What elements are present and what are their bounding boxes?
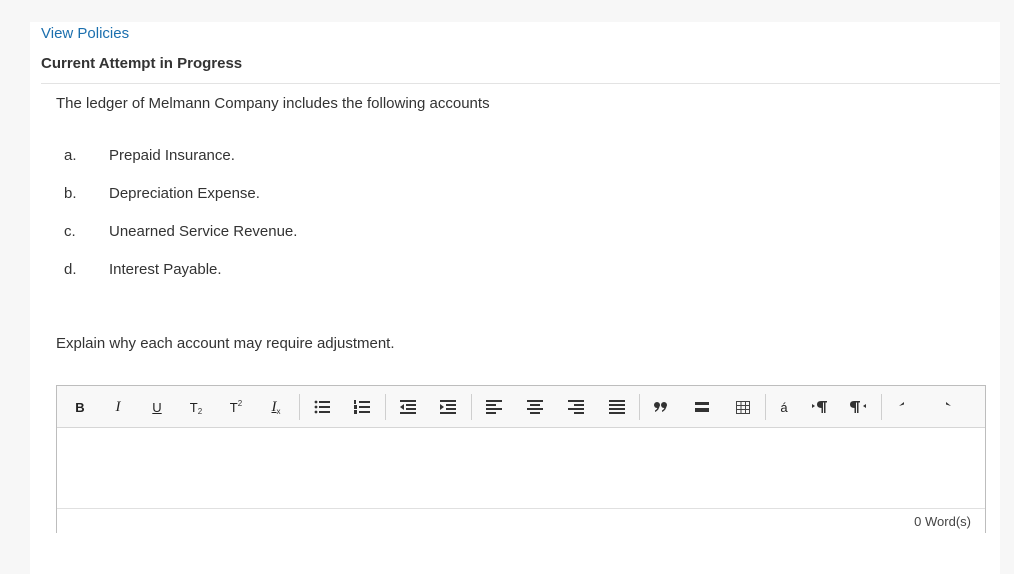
align-center-icon (527, 400, 543, 414)
bulleted-list-icon (314, 400, 330, 414)
blockquote-button[interactable] (652, 396, 670, 418)
list-item-letter: c. (64, 223, 76, 240)
question-prompt: Explain why each account may require adj… (56, 335, 395, 352)
align-justify-button[interactable] (608, 396, 626, 418)
redo-icon (946, 402, 951, 406)
ltr-paragraph-icon (812, 401, 827, 413)
align-left-button[interactable] (485, 396, 503, 418)
table-icon (736, 400, 750, 414)
undo-icon (899, 402, 904, 406)
underline-button[interactable]: U (148, 396, 166, 418)
answer-text-area[interactable] (57, 428, 985, 508)
list-item-text: Interest Payable. (109, 261, 222, 278)
editor-status-bar: 0 Word(s) (57, 508, 985, 533)
attempt-title: Current Attempt in Progress (41, 55, 243, 72)
bulleted-list-button[interactable] (313, 396, 331, 418)
rich-text-editor: B I U T2 T2 Ix á 0 Word(s) (56, 385, 986, 533)
insert-table-button[interactable] (734, 396, 752, 418)
horizontal-rule-icon (695, 402, 709, 412)
align-justify-icon (609, 400, 625, 414)
list-item-text: Prepaid Insurance. (109, 147, 235, 164)
redo-button[interactable] (935, 396, 953, 418)
toolbar-separator (639, 394, 640, 420)
toolbar-separator (299, 394, 300, 420)
align-left-icon (486, 400, 502, 414)
toolbar-separator (385, 394, 386, 420)
subscript-button[interactable]: T2 (187, 396, 205, 418)
editor-toolbar: B I U T2 T2 Ix á (57, 386, 985, 428)
superscript-icon: T (229, 399, 238, 415)
outdent-icon (400, 400, 416, 414)
rtl-direction-button[interactable] (849, 396, 867, 418)
list-item-letter: a. (64, 147, 77, 164)
horizontal-rule-button[interactable] (693, 396, 711, 418)
italic-button[interactable]: I (109, 396, 127, 418)
superscript-button[interactable]: T2 (227, 396, 245, 418)
view-policies-link[interactable]: View Policies (41, 25, 129, 42)
align-right-button[interactable] (567, 396, 585, 418)
indent-icon (440, 400, 456, 414)
align-right-icon (568, 400, 584, 414)
toolbar-separator (765, 394, 766, 420)
list-item-text: Unearned Service Revenue. (109, 223, 298, 240)
word-count: 0 Word(s) (914, 514, 971, 529)
rtl-paragraph-icon (850, 401, 866, 413)
numbered-list-icon (354, 400, 370, 414)
clear-format-button[interactable]: Ix (267, 396, 285, 418)
numbered-list-button[interactable] (353, 396, 371, 418)
quote-icon (654, 402, 667, 412)
outdent-button[interactable] (399, 396, 417, 418)
question-intro: The ledger of Melmann Company includes t… (56, 95, 490, 112)
toolbar-separator (471, 394, 472, 420)
bold-button[interactable]: B (71, 396, 89, 418)
indent-button[interactable] (439, 396, 457, 418)
undo-button[interactable] (897, 396, 915, 418)
list-item-letter: b. (64, 185, 77, 202)
align-center-button[interactable] (526, 396, 544, 418)
special-character-button[interactable]: á (775, 396, 793, 418)
toolbar-separator (881, 394, 882, 420)
list-item-text: Depreciation Expense. (109, 185, 260, 202)
ltr-direction-button[interactable] (811, 396, 829, 418)
subscript-icon: T (189, 399, 198, 415)
list-item-letter: d. (64, 261, 77, 278)
